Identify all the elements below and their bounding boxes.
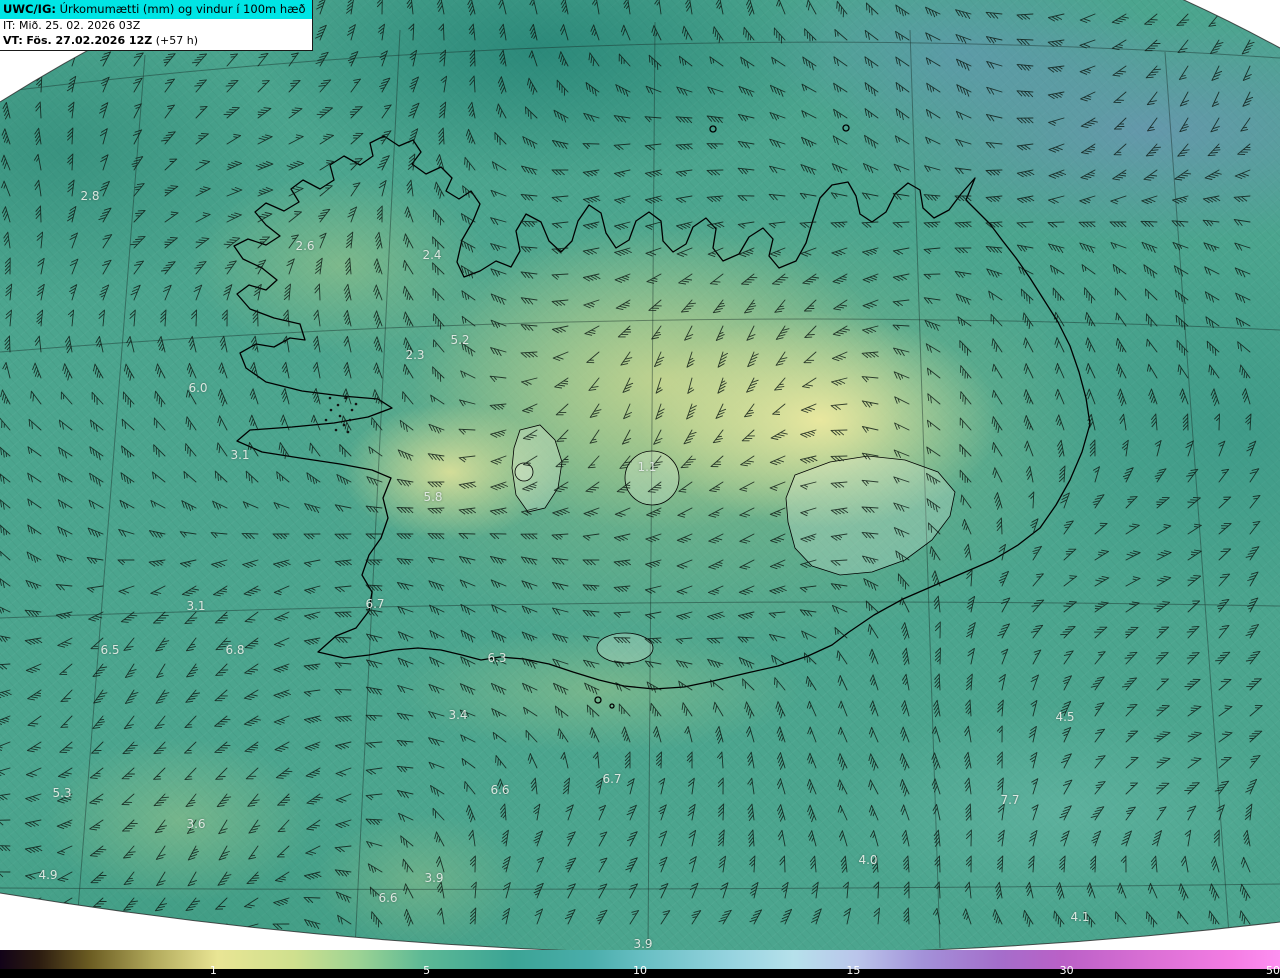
glacier-outlines — [511, 424, 956, 664]
map-area: 2.8 2.6 2.4 5.2 2.3 6.0 3.1 1.1 5.8 3.1 6.7 6.5 6.8 6… — [0, 0, 1280, 951]
colorbar-tick: 50 — [1266, 964, 1280, 977]
product-title-line: UWC/IG: Úrkomumætti (mm) og vindur í 100… — [0, 0, 312, 19]
init-label: IT: — [3, 18, 16, 32]
valid-value: Fös. 27.02.2026 12Z — [26, 34, 153, 48]
valid-time-line: VT: Fös. 27.02.2026 12Z (+57 h) — [0, 34, 312, 49]
colorbar: 1 5 10 15 30 50 — [0, 950, 1280, 978]
product-label: UWC/IG: — [3, 2, 56, 16]
coastline — [233, 124, 1091, 709]
valid-label: VT: — [3, 34, 23, 48]
weather-map-page: 2.8 2.6 2.4 5.2 2.3 6.0 3.1 1.1 5.8 3.1 6.7 6.5 6.8 6… — [0, 0, 1280, 978]
map-symbol-dots — [324, 396, 358, 434]
title-box: UWC/IG: Úrkomumætti (mm) og vindur í 100… — [0, 0, 313, 51]
colorbar-tick: 1 — [209, 964, 217, 977]
colorbar-tick: 5 — [423, 964, 431, 977]
init-time-line: IT: Mið. 25. 02. 2026 03Z — [0, 19, 312, 34]
colorbar-ticks: 1 5 10 15 30 50 — [0, 950, 1280, 978]
init-value: Mið. 25. 02. 2026 03Z — [18, 18, 141, 32]
map-overlay — [0, 0, 1280, 950]
valid-offset: (+57 h) — [155, 34, 198, 48]
colorbar-tick: 30 — [1059, 964, 1074, 977]
colorbar-tick: 15 — [846, 964, 861, 977]
product-title: Úrkomumætti (mm) og vindur í 100m hæð — [59, 2, 306, 16]
colorbar-tick: 10 — [633, 964, 647, 977]
